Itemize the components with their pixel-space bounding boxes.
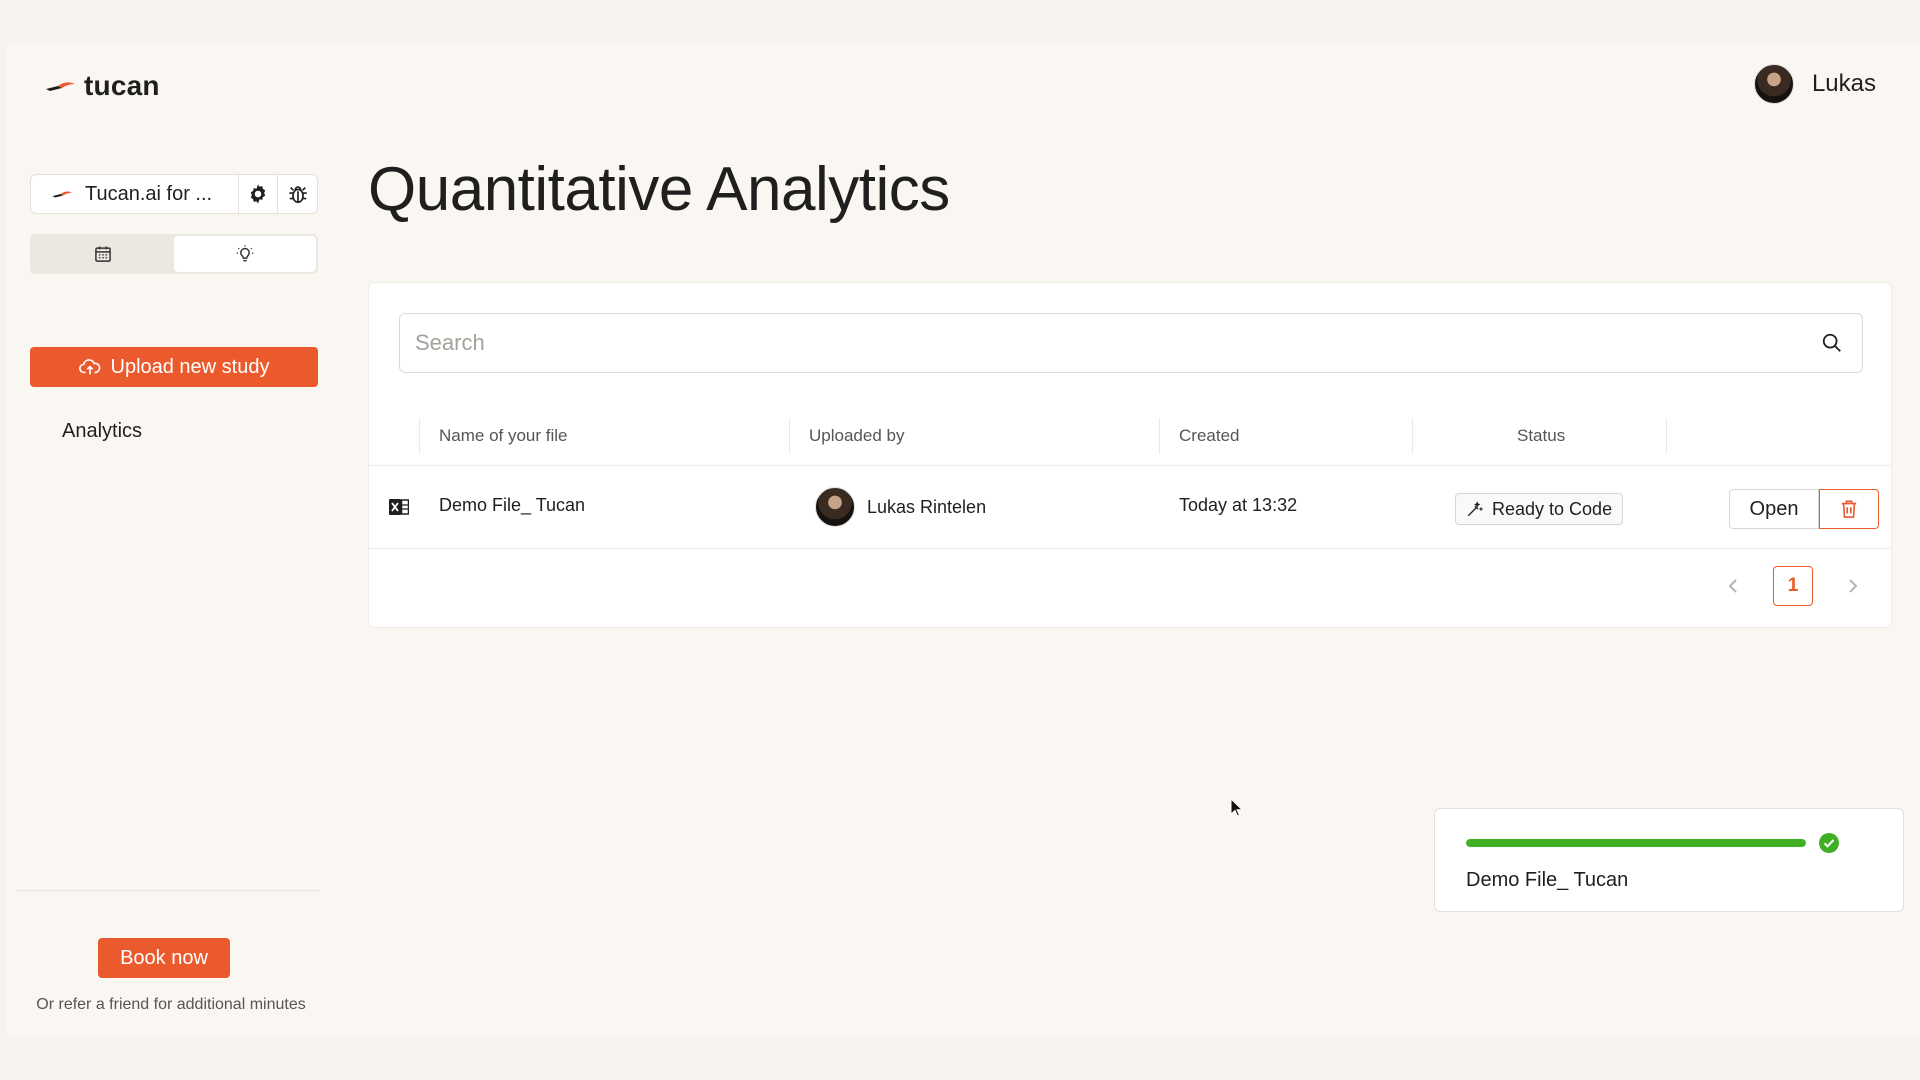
created-date: Today at 13:32 — [1179, 495, 1298, 515]
column-separator — [419, 418, 420, 454]
trash-icon — [1841, 500, 1857, 518]
upload-progress-toast: Demo File_ Tucan — [1434, 808, 1904, 912]
status-badge: Ready to Code — [1455, 493, 1624, 525]
workspace-name: Tucan.ai for ... — [85, 182, 213, 205]
search-input[interactable] — [400, 314, 1802, 372]
upload-file-name: Demo File_ Tucan — [1466, 869, 1629, 891]
upload-progress-fill — [1466, 839, 1806, 847]
magic-wand-icon — [1467, 501, 1484, 517]
status-text: Ready to Code — [1492, 498, 1613, 519]
uploader: Lukas Rintelen — [815, 487, 986, 527]
table-row[interactable]: Demo File_ Tucan Lukas Rintelen Today at… — [369, 467, 1891, 549]
tucan-logo-icon — [52, 191, 73, 198]
table-header: Name of your file Uploaded by Created St… — [369, 406, 1891, 466]
logo-text: tucan — [84, 70, 160, 101]
tucan-logo-icon — [46, 82, 75, 91]
refer-friend-text: Or refer a friend for additional minutes — [36, 996, 306, 1013]
page-number-current[interactable]: 1 — [1773, 566, 1813, 606]
user-name: Lukas — [1811, 70, 1876, 97]
search-icon — [1822, 333, 1841, 352]
column-separator — [1412, 418, 1413, 454]
chevron-left-icon — [1728, 579, 1737, 593]
pagination: 1 — [1723, 566, 1863, 606]
search-bar — [399, 313, 1863, 373]
report-bug-button[interactable] — [278, 175, 317, 213]
upload-new-study-button[interactable]: Upload new study — [30, 347, 318, 387]
column-header-uploaded-by[interactable]: Uploaded by — [809, 426, 904, 446]
upload-label: Upload new study — [110, 355, 270, 378]
page-title: Quantitative Analytics — [368, 155, 950, 224]
check-circle-icon — [1819, 833, 1839, 853]
column-header-status[interactable]: Status — [1517, 426, 1565, 446]
bug-icon — [288, 186, 307, 204]
avatar — [1753, 64, 1794, 104]
row-actions: Open — [1729, 489, 1879, 529]
app-window: tucan Lukas Tucan.ai for ... Upload new … — [6, 44, 1920, 1036]
insights-mode-tab[interactable] — [174, 236, 316, 272]
uploader-name: Lukas Rintelen — [867, 496, 987, 517]
column-separator — [789, 418, 790, 454]
calendar-mode-tab[interactable] — [32, 236, 174, 272]
cloud-upload-icon — [78, 359, 100, 375]
view-mode-toggle — [30, 234, 318, 274]
workspace-selector[interactable]: Tucan.ai for ... — [31, 175, 239, 213]
files-card: Name of your file Uploaded by Created St… — [368, 282, 1892, 628]
settings-button[interactable] — [239, 175, 278, 213]
excel-file-icon — [389, 499, 409, 515]
workspace-bar: Tucan.ai for ... — [30, 174, 318, 214]
lightbulb-icon — [236, 245, 254, 262]
sidebar-item-analytics[interactable]: Analytics — [62, 420, 142, 443]
next-page-button[interactable] — [1843, 578, 1863, 594]
open-button[interactable]: Open — [1729, 489, 1819, 529]
chevron-right-icon — [1849, 579, 1858, 593]
column-header-name[interactable]: Name of your file — [439, 426, 568, 446]
column-separator — [1666, 418, 1667, 454]
previous-page-button[interactable] — [1723, 578, 1743, 594]
calendar-icon — [95, 246, 111, 262]
book-now-button[interactable]: Book now — [98, 938, 230, 978]
file-name[interactable]: Demo File_ Tucan — [439, 495, 585, 516]
column-header-created[interactable]: Created — [1179, 426, 1239, 446]
search-button[interactable] — [1802, 332, 1862, 354]
upload-progress-bar — [1466, 839, 1806, 847]
gear-icon — [250, 184, 266, 204]
avatar — [815, 487, 855, 527]
logo[interactable]: tucan — [44, 70, 160, 102]
column-separator — [1159, 418, 1160, 454]
delete-button[interactable] — [1819, 489, 1879, 529]
sidebar-divider — [16, 890, 320, 891]
user-menu[interactable]: Lukas — [1753, 64, 1876, 104]
cursor-icon — [1230, 798, 1244, 817]
